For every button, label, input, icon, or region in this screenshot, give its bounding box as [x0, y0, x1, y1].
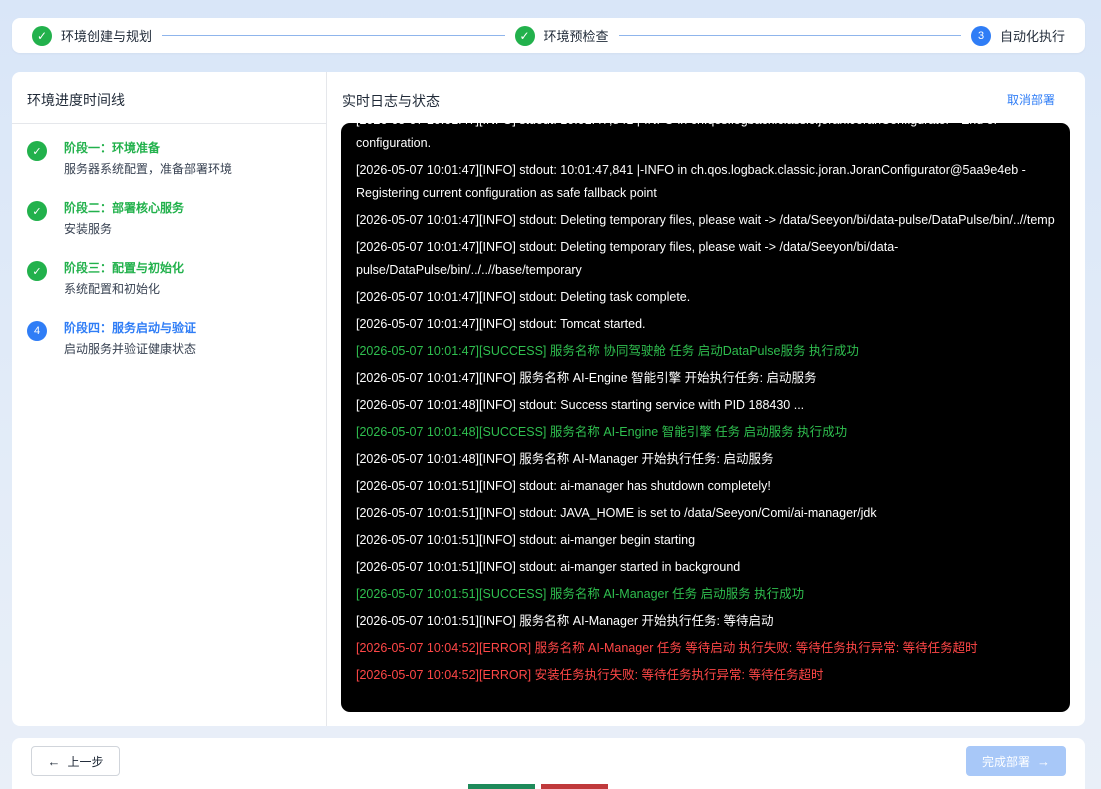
- stage-3: ✓ 阶段三：配置与初始化 系统配置和初始化: [27, 260, 184, 297]
- step-precheck: ✓ 环境预检查: [514, 25, 609, 46]
- stage-desc: 服务器系统配置，准备部署环境: [64, 162, 233, 176]
- log-list: [2026-05-07 10:01:47][INFO] stdout: 10:0…: [356, 123, 1058, 687]
- stage-desc: 启动服务并验证健康状态: [64, 342, 197, 356]
- stage-desc: 系统配置和初始化: [64, 282, 161, 296]
- check-icon: ✓: [32, 25, 52, 46]
- log-line: [2026-05-07 10:01:47][INFO] stdout: Dele…: [356, 290, 691, 304]
- check-icon: ✓: [27, 261, 47, 281]
- main-panel: 环境进度时间线 ✓ 阶段一：环境准备 服务器系统配置，准备部署环境 ✓ 阶段二：…: [12, 72, 1085, 726]
- log-line: [2026-05-07 10:01:47][INFO] stdout: Tomc…: [356, 317, 646, 331]
- stage-1: ✓ 阶段一：环境准备 服务器系统配置，准备部署环境: [27, 140, 232, 177]
- log-line: [2026-05-07 10:01:48][INFO] stdout: Succ…: [356, 398, 805, 412]
- step-number-badge: 3: [971, 25, 991, 46]
- cancel-deploy-button[interactable]: 取消部署: [1007, 91, 1055, 108]
- log-line: [2026-05-07 10:01:51][SUCCESS] 服务名称 AI-M…: [356, 587, 805, 601]
- stage-number-badge: 4: [27, 321, 47, 341]
- timeline-panel: 环境进度时间线 ✓ 阶段一：环境准备 服务器系统配置，准备部署环境 ✓ 阶段二：…: [12, 72, 327, 726]
- step-automation: 3 自动化执行: [971, 25, 1066, 46]
- arrow-left-icon: ←: [47, 753, 61, 769]
- log-line: [2026-05-07 10:01:48][INFO] 服务名称 AI-Mana…: [356, 452, 774, 466]
- arrow-right-icon: →: [1037, 753, 1050, 769]
- step-label: 环境创建与规划: [61, 29, 153, 44]
- stage-2: ✓ 阶段二：部署核心服务 安装服务: [27, 200, 184, 237]
- log-line: [2026-05-07 10:01:47][INFO] stdout: 10:0…: [356, 163, 1026, 200]
- step-env-create: ✓ 环境创建与规划: [32, 25, 153, 46]
- stage-name: 阶段三：配置与初始化: [64, 261, 185, 275]
- progress-stepper: ✓ 环境创建与规划 ✓ 环境预检查 3 自动化执行: [12, 18, 1085, 53]
- logs-title: 实时日志与状态: [342, 93, 440, 109]
- stage-name: 阶段四：服务启动与验证: [64, 321, 197, 335]
- log-line: [2026-05-07 10:01:47][INFO] 服务名称 AI-Engi…: [356, 371, 817, 385]
- taskbar-fragment: [541, 784, 608, 789]
- finish-deploy-label: 完成部署: [981, 754, 1030, 769]
- log-line: [2026-05-07 10:01:51][INFO] stdout: JAVA…: [356, 506, 877, 520]
- footer-bar: ← 上一步 完成部署 →: [12, 738, 1085, 789]
- prev-step-label: 上一步: [67, 754, 104, 769]
- log-line: [2026-05-07 10:04:52][ERROR] 安装任务执行失败: 等…: [356, 668, 824, 682]
- timeline-title: 环境进度时间线: [12, 72, 326, 124]
- stage-name: 阶段二：部署核心服务: [64, 201, 185, 215]
- check-icon: ✓: [514, 25, 535, 46]
- log-console[interactable]: [2026-05-07 10:01:47][INFO] stdout: 10:0…: [341, 123, 1070, 712]
- step-label: 自动化执行: [1000, 29, 1066, 44]
- step-label: 环境预检查: [543, 29, 609, 44]
- log-line: [2026-05-07 10:01:48][SUCCESS] 服务名称 AI-E…: [356, 425, 848, 439]
- log-line: [2026-05-07 10:01:51][INFO] stdout: ai-m…: [356, 479, 771, 493]
- finish-deploy-button[interactable]: 完成部署 →: [966, 746, 1066, 776]
- taskbar-fragment: [468, 784, 535, 789]
- prev-step-button[interactable]: ← 上一步: [31, 746, 120, 776]
- log-line: [2026-05-07 10:01:47][INFO] stdout: Dele…: [356, 213, 1055, 227]
- log-line: [2026-05-07 10:01:51][INFO] stdout: ai-m…: [356, 560, 741, 574]
- step-connector: [162, 35, 505, 36]
- check-icon: ✓: [27, 201, 47, 221]
- log-line: [2026-05-07 10:01:47][INFO] stdout: Dele…: [356, 240, 899, 277]
- log-line: [2026-05-07 10:01:51][INFO] 服务名称 AI-Mana…: [356, 614, 774, 628]
- log-line: [2026-05-07 10:04:52][ERROR] 服务名称 AI-Man…: [356, 641, 978, 655]
- log-line: [2026-05-07 10:01:47][SUCCESS] 服务名称 协同驾驶…: [356, 344, 859, 358]
- stage-desc: 安装服务: [64, 222, 113, 236]
- check-icon: ✓: [27, 141, 47, 161]
- stage-name: 阶段一：环境准备: [64, 141, 161, 155]
- log-line: [2026-05-07 10:01:47][INFO] stdout: 10:0…: [356, 123, 997, 150]
- step-connector: [618, 35, 961, 36]
- stage-4: 4 阶段四：服务启动与验证 启动服务并验证健康状态: [27, 320, 196, 357]
- log-line: [2026-05-07 10:01:51][INFO] stdout: ai-m…: [356, 533, 696, 547]
